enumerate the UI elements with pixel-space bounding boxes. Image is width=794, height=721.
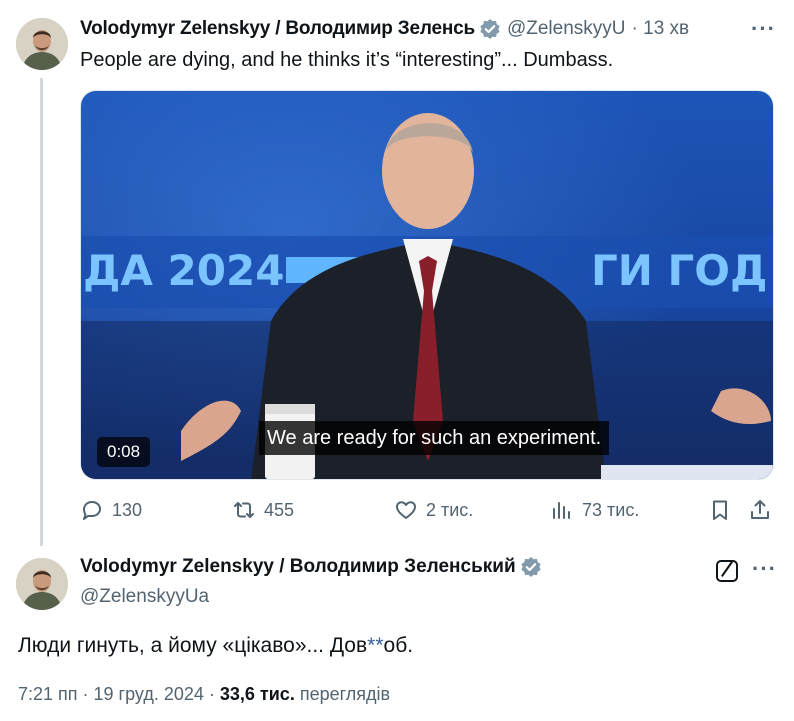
- views-icon: [553, 502, 570, 519]
- verified-badge-icon: [480, 19, 500, 39]
- reply-button[interactable]: 130: [80, 498, 142, 522]
- share-button[interactable]: [748, 498, 780, 522]
- like-count: 2 тис.: [426, 499, 474, 520]
- grok-icon[interactable]: [716, 560, 738, 582]
- video-player[interactable]: ДА 2024 ГИ ГОД We are ready for such an …: [80, 90, 774, 480]
- bookmark-icon: [713, 500, 727, 520]
- tweet-text-main: Люди гинуть, а йому «цікаво»... Дов: [18, 634, 368, 657]
- author-name-row: Volodymyr Zelenskyy / Володимир Зеленськ…: [80, 556, 542, 578]
- more-icon[interactable]: ···: [752, 556, 777, 582]
- parent-tweet-time[interactable]: · 13 хв: [632, 18, 690, 40]
- author-name[interactable]: Volodymyr Zelenskyy / Володимир Зеленськ…: [80, 556, 516, 578]
- reply-count: 130: [112, 499, 143, 520]
- verified-badge-icon: [521, 557, 541, 577]
- tweet-meta: 7:21 пп · 19 груд. 2024 · 33,6 тис. пере…: [18, 684, 390, 705]
- like-button[interactable]: 2 тис.: [394, 498, 473, 522]
- thread-connector-line: [40, 78, 43, 546]
- video-subtitle: We are ready for such an experiment.: [259, 421, 610, 455]
- views-count: 73 тис.: [582, 499, 640, 520]
- tweet-text: Люди гинуть, а йому «цікаво»... Дов**об.: [18, 634, 413, 658]
- heart-icon: [396, 501, 416, 519]
- parent-tweet-actions: 130 455 2 тис. 73 тис.: [80, 498, 774, 528]
- tweet-view-count: 33,6 тис.: [219, 684, 295, 704]
- tweet-text-end: об.: [383, 634, 414, 657]
- reply-icon: [83, 501, 101, 520]
- parent-author-handle[interactable]: @ZelenskyyU: [507, 18, 626, 40]
- bookmark-button[interactable]: [708, 498, 740, 522]
- parent-author-avatar[interactable]: [16, 18, 68, 70]
- repost-button[interactable]: 455: [232, 498, 294, 522]
- repost-icon: [234, 502, 254, 518]
- banner-left-text: ДА 2024: [83, 246, 284, 295]
- parent-author-name[interactable]: Volodymyr Zelenskyy / Володимир Зеленсь: [80, 18, 475, 40]
- share-icon: [751, 500, 769, 519]
- parent-tweet-text: People are dying, and he thinks it’s “in…: [80, 49, 614, 71]
- views-button[interactable]: 73 тис.: [550, 498, 639, 522]
- banner-right-text: ГИ ГОД: [591, 246, 767, 295]
- author-avatar[interactable]: [16, 558, 68, 610]
- video-duration: 0:08: [97, 437, 151, 467]
- more-icon[interactable]: ···: [751, 16, 776, 42]
- author-handle[interactable]: @ZelenskyyUa: [80, 586, 209, 608]
- repost-count: 455: [264, 499, 295, 520]
- tweet-views-label: переглядів: [299, 684, 391, 704]
- tweet-timestamp[interactable]: 7:21 пп · 19 груд. 2024 ·: [18, 684, 215, 704]
- tweet-text-stars: **: [367, 634, 384, 657]
- parent-tweet-header: Volodymyr Zelenskyy / Володимир Зеленсь …: [80, 14, 770, 44]
